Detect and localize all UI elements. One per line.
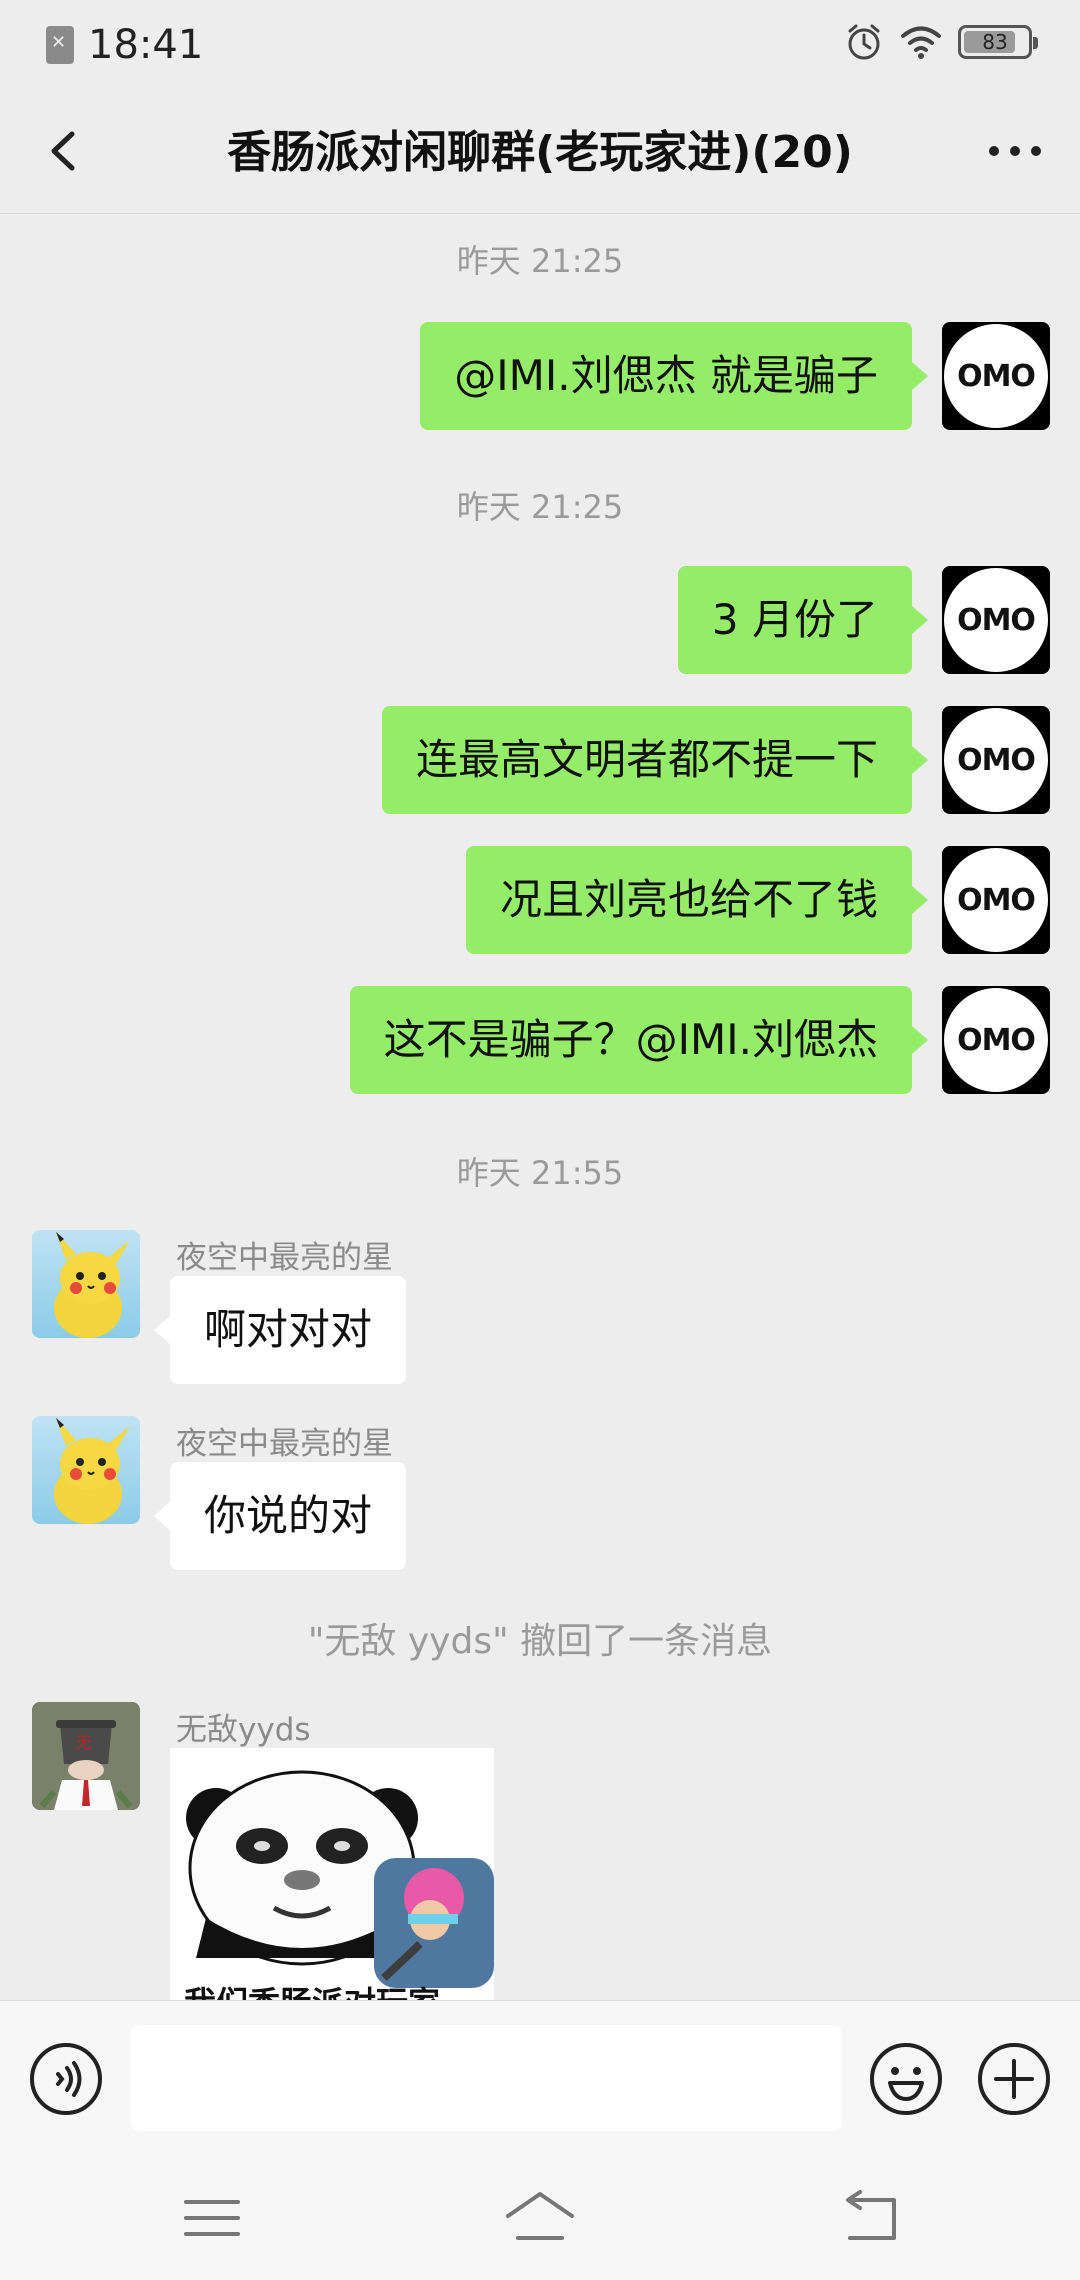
message-input[interactable] xyxy=(130,2025,842,2131)
system-navigation-bar xyxy=(0,2156,1080,2280)
omo-logo: OMO xyxy=(944,708,1048,812)
message-bubble-outgoing[interactable]: 况且刘亮也给不了钱 xyxy=(465,846,929,954)
input-bar xyxy=(0,2000,1080,2156)
timestamp: 昨天 21:25 xyxy=(456,488,624,526)
message-bubble-outgoing[interactable]: 这不是骗子？@IMI.刘偲杰 xyxy=(349,986,929,1094)
omo-logo: OMO xyxy=(944,568,1048,672)
wifi-icon xyxy=(901,26,941,59)
omo-logo: OMO xyxy=(944,848,1048,952)
emoji-icon[interactable] xyxy=(868,2041,944,2117)
timestamp: 昨天 21:25 xyxy=(456,242,624,280)
omo-logo: OMO xyxy=(944,988,1048,1092)
my-avatar[interactable]: OMO xyxy=(942,706,1050,814)
sticker-caption: 我们香肠派对玩家 xyxy=(184,1978,440,2000)
back-icon[interactable] xyxy=(830,2186,910,2250)
sender-name: 夜空中最亮的星 xyxy=(176,1426,393,1462)
home-icon[interactable] xyxy=(500,2186,580,2250)
pikachu-avatar[interactable] xyxy=(32,1416,140,1524)
chat-header: 香肠派对闲聊群(老玩家进)(20) xyxy=(0,86,1080,214)
message-bubble-incoming[interactable]: 你说的对 xyxy=(153,1462,407,1570)
status-bar: 18:41 83 xyxy=(0,0,1080,86)
menu-icon[interactable] xyxy=(172,2186,252,2250)
message-bubble-incoming[interactable]: 啊对对对 xyxy=(153,1276,407,1384)
plus-icon[interactable] xyxy=(976,2041,1052,2117)
character-avatar[interactable]: 无 xyxy=(32,1702,140,1810)
timestamp: 昨天 21:55 xyxy=(456,1154,624,1192)
message-list[interactable]: 昨天 21:25 @IMI.刘偲杰 就是骗子 OMO 昨天 21:25 3 月份… xyxy=(0,214,1080,2000)
character-image: 无 xyxy=(32,1702,140,1810)
more-dots-icon[interactable] xyxy=(980,116,1050,186)
sticker-image[interactable]: 我们香肠派对玩家 xyxy=(170,1748,494,2000)
pikachu-image xyxy=(54,1232,130,1338)
alarm-icon xyxy=(848,24,880,60)
chat-title: 香肠派对闲聊群(老玩家进)(20) xyxy=(227,127,853,178)
sender-name: 无敌yyds xyxy=(176,1712,311,1748)
status-left: 18:41 xyxy=(46,22,203,68)
status-time: 18:41 xyxy=(88,22,204,68)
omo-logo: OMO xyxy=(944,324,1048,428)
message-bubble-outgoing[interactable]: 3 月份了 xyxy=(677,566,929,674)
pikachu-image xyxy=(54,1418,130,1524)
sim-card-icon xyxy=(46,26,74,64)
message-bubble-outgoing[interactable]: @IMI.刘偲杰 就是骗子 xyxy=(420,322,928,430)
chevron-left-icon[interactable] xyxy=(30,116,100,186)
sender-name: 夜空中最亮的星 xyxy=(176,1240,393,1276)
pikachu-avatar[interactable] xyxy=(32,1230,140,1338)
message-bubble-outgoing[interactable]: 连最高文明者都不提一下 xyxy=(381,706,929,814)
my-avatar[interactable]: OMO xyxy=(942,322,1050,430)
my-avatar[interactable]: OMO xyxy=(942,846,1050,954)
panda-meme-image xyxy=(170,1748,494,2000)
svg-text:无: 无 xyxy=(76,1733,92,1752)
voice-icon[interactable] xyxy=(28,2041,104,2117)
recall-notice: "无敌 yyds" 撤回了一条消息 xyxy=(307,1621,773,1662)
status-right: 83 xyxy=(844,22,1038,62)
battery-level: 83 xyxy=(982,30,1008,54)
battery-icon: 83 xyxy=(958,25,1038,59)
my-avatar[interactable]: OMO xyxy=(942,566,1050,674)
my-avatar[interactable]: OMO xyxy=(942,986,1050,1094)
